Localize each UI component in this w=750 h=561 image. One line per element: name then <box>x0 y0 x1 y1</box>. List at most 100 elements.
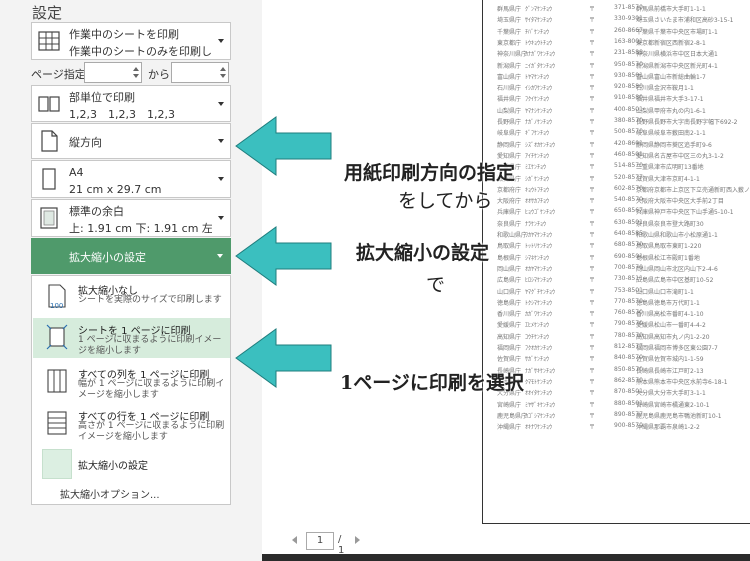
postal-mark-icon: 〒 <box>589 333 596 341</box>
option-desc: 高さが 1 ページに収まるように印刷イメージを縮小します <box>78 421 225 442</box>
preview-row: 京都府庁 ｷｮｳﾄﾌﾁｮｳ 602-8570 京都府京都市上京区下立売通新町西入薮ノ内… <box>497 183 750 195</box>
preview-cell-kana: ﾅｶﾞﾉｹﾝﾁｮｳ <box>525 119 553 126</box>
preview-cell-name: 岐阜県庁 <box>497 130 522 138</box>
pages-from-input[interactable] <box>84 62 142 83</box>
scaling-option-none[interactable]: 100 拡大縮小なし シートを実際のサイズで印刷します <box>33 278 230 316</box>
preview-row: 千葉県庁 ﾁﾊﾞｹﾝﾁｮｳ 260-8667 千葉県千葉市中央区市場町1-1 〒 <box>497 25 747 37</box>
postal-mark-icon: 〒 <box>589 254 596 262</box>
scaling-option-fit-sheet[interactable]: シートを 1 ページに印刷 1 ページに収まるように印刷イメージを縮小します <box>33 318 230 358</box>
preview-cell-addr: 神奈川県横浜市中区日本大通1 <box>636 51 718 59</box>
preview-cell-kana: ｵｶﾔﾏｹﾝﾁｮｳ <box>525 265 553 273</box>
preview-cell-addr: 京都府京都市上京区下立売通新町西入薮ノ内町 <box>636 186 750 194</box>
pages-to-input[interactable] <box>171 62 229 83</box>
preview-row: 徳島県庁 ﾄｸｼﾏｹﾝﾁｮｳ 770-8570 徳島県徳島市万代町1-1 〒 <box>497 296 747 308</box>
fit-sheet-icon <box>46 324 68 350</box>
next-page-icon[interactable] <box>355 536 360 544</box>
spin-down-icon[interactable] <box>133 74 139 78</box>
preview-cell-kana: ｴﾋﾒｹﾝﾁｮｳ <box>525 322 550 330</box>
postal-mark-icon: 〒 <box>589 345 596 352</box>
pages-range-row: ページ指定: から <box>31 62 231 84</box>
preview-row: 滋賀県庁 ｼｶﾞｹﾝﾁｮｳ 520-8577 滋賀県大津市京町4-1-1 〒 <box>497 172 747 184</box>
preview-row: 福岡県庁 ﾌｸｵｶｹﾝﾁｮｳ 812-8577 福岡県福岡市博多区東公園7-7 〒 <box>497 341 747 353</box>
print-what-dropdown[interactable]: 作業中のシートを印刷作業中のシートのみを印刷します <box>31 22 231 60</box>
postal-mark-icon: 〒 <box>589 85 596 93</box>
preview-cell-addr: 岐阜県岐阜市薮田南2-1-1 <box>636 130 706 138</box>
preview-row: 山梨県庁 ﾔﾏﾅｼｹﾝﾁｮｳ 400-8501 山梨県甲府市丸の内1-6-1 〒 <box>497 104 747 116</box>
postal-mark-icon: 〒 <box>589 277 596 285</box>
chevron-down-icon <box>218 39 224 43</box>
spin-up-icon[interactable] <box>220 67 226 71</box>
spin-up-icon[interactable] <box>133 67 139 71</box>
preview-cell-kana: ｻｶﾞｹﾝﾁｮｳ <box>525 356 550 364</box>
preview-cell-kana: ﾔﾏｸﾞﾁｹﾝﾁｮｳ <box>525 288 556 296</box>
preview-row: 兵庫県庁 ﾋｮｳｺﾞｹﾝﾁｮｳ 650-8567 兵庫県神戸市中央区下山手通5-10-… <box>497 205 747 217</box>
chevron-down-icon <box>218 177 224 181</box>
preview-cell-kana: ｼｽﾞｵｶｹﾝﾁｮｳ <box>525 141 556 149</box>
preview-cell-name: 新潟県庁 <box>497 62 522 70</box>
preview-cell-addr: 新潟県新潟市中央区新光町4-1 <box>636 62 718 70</box>
spin-down-icon[interactable] <box>220 74 226 78</box>
preview-cell-name: 沖縄県庁 <box>497 424 522 432</box>
orientation-dropdown[interactable]: 縦方向 <box>31 123 231 159</box>
collate-dropdown[interactable]: 部単位で印刷 1,2,3 1,2,3 1,2,3 <box>31 85 231 122</box>
postal-mark-icon: 〒 <box>589 311 596 319</box>
collate-icon <box>38 95 60 112</box>
scaling-option-fit-rows[interactable]: すべての行を 1 ページに印刷 高さが 1 ページに収まるように印刷イメージを縮… <box>33 404 230 444</box>
preview-cell-kana: ｵｵｻｶﾌﾁｮｳ <box>525 198 550 206</box>
margins-dropdown[interactable]: 標準の余白 上: 1.91 cm 下: 1.91 cm 左:... <box>31 199 231 237</box>
preview-cell-kana: ﾋﾛｼﾏｹﾝﾁｮｳ <box>525 277 553 285</box>
preview-row: 石川県庁 ｲｼｶﾜｹﾝﾁｮｳ 920-8580 石川県金沢市鞍月1-1 〒 <box>497 81 747 93</box>
preview-cell-kana: ﾄﾔﾏｹﾝﾁｮｳ <box>525 73 550 81</box>
scaling-dropdown[interactable]: 拡大縮小の設定 <box>31 238 231 274</box>
annotation-scaling-2: で <box>426 274 446 296</box>
pages-to-label: から <box>148 68 170 81</box>
preview-row: 神奈川県庁 ｶﾅｶﾞﾜｹﾝﾁｮｳ 231-8588 神奈川県横浜市中区日本大通1 〒 <box>497 47 747 59</box>
preview-row: 長野県庁 ﾅｶﾞﾉｹﾝﾁｮｳ 380-8570 長野県長野市大字南長野字幅下692-2… <box>497 115 747 127</box>
postal-mark-icon: 〒 <box>589 243 596 251</box>
print-settings-pane: 設定 作業中のシートを印刷作業中のシートのみを印刷します ページ指定: から <box>0 0 262 561</box>
chevron-down-icon <box>217 254 223 258</box>
annotation-orientation-2: をしてから <box>398 190 493 212</box>
preview-cell-addr: 福井県福井市大手3-17-1 <box>636 96 704 104</box>
preview-row: 東京都庁 ﾄｳｷｮｳﾄﾁｮｳ 163-8001 東京都新宿区西新宿2-8-1 〒 <box>497 36 747 48</box>
chevron-down-icon <box>218 139 224 143</box>
preview-cell-name: 兵庫県庁 <box>497 209 522 217</box>
postal-mark-icon: 〒 <box>589 299 596 307</box>
preview-cell-kana: ｵｷﾅﾜｹﾝﾁｮｳ <box>525 424 553 432</box>
preview-cell-kana: ｸﾏﾓﾄｹﾝﾁｮｳ <box>525 378 553 386</box>
preview-cell-kana: ﾁﾊﾞｹﾝﾁｮｳ <box>525 28 550 36</box>
preview-row: 島根県庁 ｼﾏﾈｹﾝﾁｮｳ 690-8501 島根県松江市殿町1番地〒 <box>497 251 747 263</box>
preview-cell-name: 福井県庁 <box>497 96 522 104</box>
preview-row: 愛知県庁 ｱｲﾁｹﾝﾁｮｳ 460-8501 愛知県名古屋市中区三の丸3-1-2 〒 <box>497 149 747 161</box>
preview-cell-kana: ﾅﾗｹﾝﾁｮｳ <box>525 220 547 228</box>
previous-page-icon[interactable] <box>292 536 297 544</box>
preview-row: 新潟県庁 ﾆｲｶﾞﾀｹﾝﾁｮｳ 950-8570 新潟県新潟市中央区新光町4-1 〒 <box>497 59 747 71</box>
preview-cell-kana: ﾌｸｵｶｹﾝﾁｮｳ <box>525 345 553 352</box>
scaling-option-fit-columns[interactable]: すべての列を 1 ページに印刷 幅が 1 ページに収まるように印刷イメージを縮小… <box>33 362 230 402</box>
arrow-fit-sheet-icon <box>235 328 332 388</box>
preview-cell-addr: 宮崎県宮崎市橘通東2-10-1 <box>636 401 710 409</box>
postal-mark-icon: 〒 <box>589 164 596 172</box>
preview-cell-addr: 石川県金沢市鞍月1-1 <box>636 85 694 93</box>
preview-cell-kana: ﾜｶﾔﾏｹﾝﾁｮｳ <box>525 232 553 239</box>
preview-cell-name: 福岡県庁 <box>497 345 522 352</box>
preview-cell-kana: ﾅｶﾞｻｷｹﾝﾁｮｳ <box>525 367 556 375</box>
option-title: 拡大縮小の設定 <box>78 461 148 472</box>
preview-cell-name: 千葉県庁 <box>497 28 522 36</box>
preview-cell-kana: ﾄｯﾄﾘｹﾝﾁｮｳ <box>525 243 553 251</box>
preview-row: 岐阜県庁 ｷﾞﾌｹﾝﾁｮｳ 500-8570 岐阜県岐阜市薮田南2-1-1 〒 <box>497 126 747 138</box>
preview-cell-kana: ｺｳﾁｹﾝﾁｮｳ <box>525 333 550 341</box>
preview-cell-addr: 奈良県奈良市登大路町30 <box>636 220 704 228</box>
scaling-options-link[interactable]: 拡大縮小オプション... <box>60 486 160 501</box>
preview-cell-addr: 千葉県千葉市中央区市場町1-1 <box>636 28 718 36</box>
preview-cell-addr: 大阪府大阪市中央区大手前2丁目 <box>636 198 724 206</box>
preview-cell-name: 宮崎県庁 <box>497 401 522 409</box>
scaling-option-custom[interactable]: 拡大縮小の設定 <box>33 444 230 482</box>
preview-cell-name: 広島県庁 <box>497 277 522 285</box>
preview-cell-addr: 兵庫県神戸市中央区下山手通5-10-1 <box>636 209 734 217</box>
paper-size-dropdown[interactable]: A4 21 cm x 29.7 cm <box>31 160 231 198</box>
chevron-down-icon <box>218 216 224 220</box>
preview-cell-kana: ﾔﾏﾅｼｹﾝﾁｮｳ <box>525 107 553 115</box>
option-desc: 1 ページに収まるように印刷イメージを縮小します <box>78 335 222 356</box>
current-page-input[interactable]: 1 <box>306 532 334 550</box>
